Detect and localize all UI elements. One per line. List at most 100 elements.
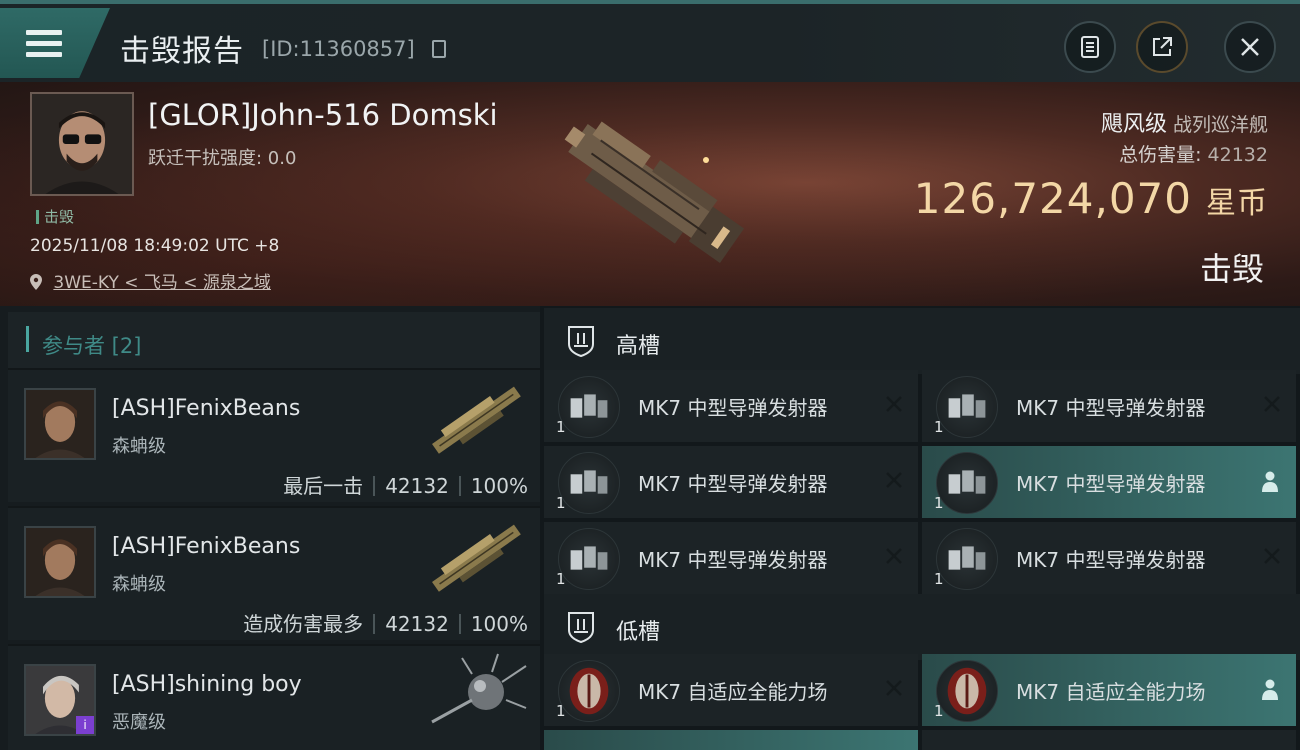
missile-launcher-icon xyxy=(936,376,998,438)
participant-percent: 100% xyxy=(470,474,528,498)
report-id: [ID:11360857] xyxy=(262,37,415,61)
participant-stats: 造成伤害最多 42132 100% xyxy=(243,608,528,637)
module-item[interactable]: 1 MK7 中型导弹发射器 xyxy=(544,446,918,518)
ship-type: 战列巡洋舰 xyxy=(1172,114,1268,136)
module-name: MK7 自适应全能力场 xyxy=(638,680,828,704)
hamburger-icon xyxy=(26,30,62,58)
participants-header: 参与者 [2] xyxy=(8,312,540,368)
high-slot-header: 低槽 高槽 xyxy=(544,308,1300,374)
participant-avatar[interactable] xyxy=(24,388,96,460)
ship-name[interactable]: 飓风级 xyxy=(1101,112,1167,137)
status-tag: 击毁 xyxy=(36,206,74,227)
location-pin-icon xyxy=(30,274,42,290)
dropped-person-icon xyxy=(1262,679,1278,700)
participant-avatar[interactable] xyxy=(24,526,96,598)
location-text[interactable]: 3WE-KY < 飞马 < 源泉之域 xyxy=(53,273,271,293)
module-item[interactable]: 1 MK7 中型导弹发射器 xyxy=(544,370,918,442)
module-item[interactable]: 1 MK7 中型导弹发射器 xyxy=(922,370,1296,442)
high-slot-title: 高槽 xyxy=(616,334,661,359)
isk-unit: 星币 xyxy=(1206,186,1268,221)
missile-launcher-icon xyxy=(936,528,998,590)
victim-hero: [GLOR]John-516 Domski 跃迁干扰强度: 0.0 击毁 202… xyxy=(0,82,1300,306)
participant-row[interactable]: [ASH]FenixBeans 森蚺级 最后一击 42132 100% xyxy=(8,368,540,502)
module-name: MK7 中型导弹发射器 xyxy=(1016,548,1206,572)
module-item[interactable]: 1 MK7 中型导弹发射器 xyxy=(544,522,918,594)
armor-hardener-icon xyxy=(558,660,620,722)
participant-name[interactable]: [ASH]FenixBeans xyxy=(112,396,300,421)
victim-avatar[interactable] xyxy=(30,92,134,196)
total-damage: 总伤害量: 42132 xyxy=(1119,140,1268,167)
missile-launcher-icon xyxy=(558,452,620,514)
low-slot-icon xyxy=(568,612,594,644)
module-quantity: 1 xyxy=(934,570,944,588)
module-name: MK7 中型导弹发射器 xyxy=(1016,472,1206,496)
participant-damage: 42132 xyxy=(385,612,449,636)
isk-value: 126,724,070 星币 xyxy=(914,174,1268,223)
victim-ship-image[interactable] xyxy=(530,82,770,302)
module-item[interactable]: 1 MK7 中型导弹发射器 xyxy=(922,446,1296,518)
clipboard-button[interactable] xyxy=(1064,21,1116,73)
copy-icon[interactable] xyxy=(432,40,446,58)
participant-ship-image xyxy=(432,524,521,592)
low-slot-header: 低槽 xyxy=(544,594,1300,660)
menu-button[interactable] xyxy=(0,8,110,78)
missile-launcher-icon xyxy=(558,528,620,590)
armor-hardener-icon xyxy=(936,660,998,722)
destroyed-icon xyxy=(886,548,902,564)
victim-name[interactable]: [GLOR]John-516 Domski xyxy=(148,98,498,132)
high-slot-icon xyxy=(568,326,594,358)
share-icon xyxy=(1153,37,1172,56)
page-title: 击毁报告 xyxy=(120,34,244,69)
participant-role: 最后一击 xyxy=(283,474,364,498)
module-quantity: 1 xyxy=(556,702,566,720)
module-name: MK7 中型导弹发射器 xyxy=(638,396,828,420)
module-item[interactable]: 1 MK7 中型导弹发射器 xyxy=(922,522,1296,594)
module-quantity: 1 xyxy=(934,494,944,512)
participant-ship: 森蚺级 xyxy=(112,436,166,457)
module-quantity: 1 xyxy=(556,494,566,512)
module-quantity: 1 xyxy=(556,570,566,588)
participant-ship-image xyxy=(432,386,521,454)
participant-name[interactable]: [ASH]FenixBeans xyxy=(112,534,300,559)
destroyed-icon xyxy=(886,680,902,696)
kill-location[interactable]: 3WE-KY < 飞马 < 源泉之域 xyxy=(30,268,271,293)
missile-launcher-icon xyxy=(936,452,998,514)
destroyed-icon xyxy=(1264,396,1280,412)
destroyed-icon xyxy=(886,396,902,412)
total-damage-value: 42132 xyxy=(1207,144,1268,166)
module-quantity: 1 xyxy=(556,418,566,436)
low-slot-title: 低槽 xyxy=(616,620,661,645)
dropped-person-icon xyxy=(1262,471,1278,492)
module-item-partial[interactable] xyxy=(922,730,1296,750)
participant-badge: i xyxy=(76,716,94,734)
total-damage-label: 总伤害量: xyxy=(1119,144,1202,166)
participant-damage: 42132 xyxy=(385,474,449,498)
participant-ship: 森蚺级 xyxy=(112,574,166,595)
participant-ship: 恶魔级 xyxy=(112,712,166,733)
participant-name[interactable]: [ASH]shining boy xyxy=(112,672,302,697)
module-item-partial[interactable] xyxy=(544,730,918,750)
module-name: MK7 自适应全能力场 xyxy=(1016,680,1206,704)
participant-stats: 最后一击 42132 100% xyxy=(283,470,528,499)
fitting-panel: 低槽 高槽 1 MK7 中型导弹发射器 1 MK7 中型导弹发射器 1 MK7 … xyxy=(540,306,1300,750)
destroyed-icon xyxy=(886,472,902,488)
participant-row[interactable]: i [ASH]shining boy 恶魔级 xyxy=(8,644,540,750)
participants-title: 参与者 [2] xyxy=(42,334,142,358)
module-item[interactable]: 1 MK7 自适应全能力场 xyxy=(922,654,1296,726)
participant-ship-image xyxy=(431,653,527,724)
ship-class: 飓风级 战列巡洋舰 xyxy=(1101,106,1268,138)
warp-disruption: 跃迁干扰强度: 0.0 xyxy=(148,148,297,169)
participant-percent: 100% xyxy=(470,612,528,636)
isk-amount: 126,724,070 xyxy=(913,174,1192,223)
close-button[interactable] xyxy=(1224,21,1276,73)
close-icon xyxy=(1241,38,1259,56)
participant-row[interactable]: [ASH]FenixBeans 森蚺级 造成伤害最多 42132 100% xyxy=(8,506,540,640)
module-name: MK7 中型导弹发射器 xyxy=(638,472,828,496)
share-button[interactable] xyxy=(1136,21,1188,73)
missile-launcher-icon xyxy=(558,376,620,438)
clipboard-icon xyxy=(1081,36,1099,58)
module-name: MK7 中型导弹发射器 xyxy=(638,548,828,572)
participant-avatar[interactable]: i xyxy=(24,664,96,736)
top-bar: 击毁报告 [ID:11360857] xyxy=(0,0,1300,82)
module-item[interactable]: 1 MK7 自适应全能力场 xyxy=(544,654,918,726)
